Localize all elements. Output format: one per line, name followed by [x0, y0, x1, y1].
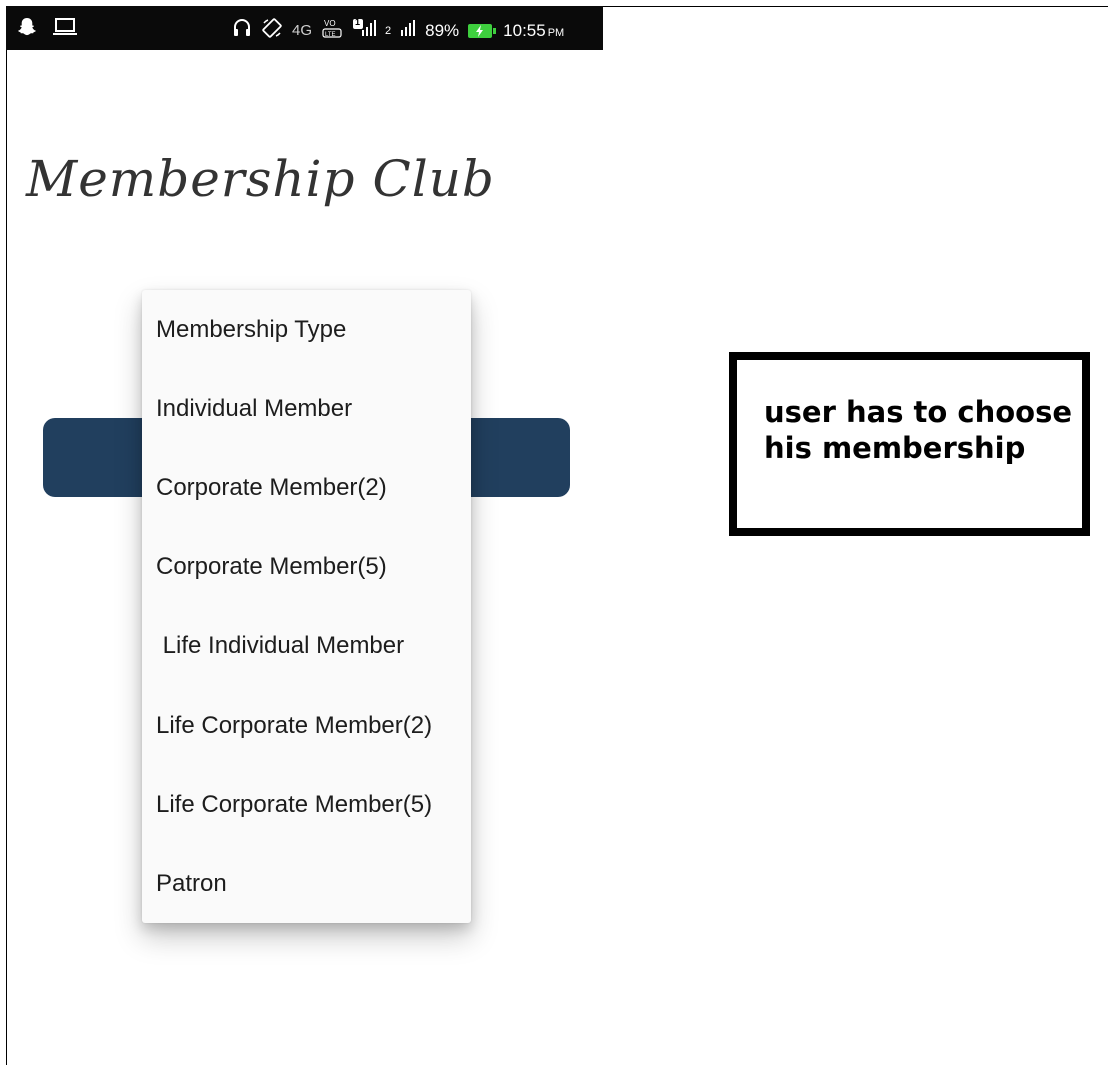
- option-individual-member[interactable]: Individual Member: [156, 389, 352, 429]
- laptop-icon: [52, 17, 78, 42]
- volte-icon: VO LTE: [321, 17, 343, 44]
- signal-icon-2: [400, 19, 416, 42]
- network-type: 4G: [292, 22, 313, 39]
- sim-badge: 1: [355, 17, 361, 27]
- option-life-individual-member[interactable]: Life Individual Member: [156, 626, 404, 666]
- status-bar: 4G VO LTE 1 2 89% 10:55 PM: [6, 6, 603, 50]
- option-life-corporate-member-5[interactable]: Life Corporate Member(5): [156, 785, 432, 825]
- svg-text:LTE: LTE: [325, 32, 336, 38]
- option-corporate-member-2[interactable]: Corporate Member(2): [156, 468, 387, 508]
- option-membership-type[interactable]: Membership Type: [156, 310, 346, 350]
- clock: 10:55 PM: [503, 21, 564, 41]
- rotation-icon: [261, 17, 283, 44]
- battery-icon: [468, 23, 497, 38]
- svg-text:VO: VO: [324, 19, 336, 28]
- option-life-corporate-member-2[interactable]: Life Corporate Member(2): [156, 706, 432, 746]
- snapchat-icon: [16, 16, 38, 43]
- membership-dropdown-menu: Membership Type Individual Member Corpor…: [142, 290, 471, 923]
- annotation-text: user has to choose his membership: [764, 395, 1073, 465]
- option-corporate-member-5[interactable]: Corporate Member(5): [156, 547, 387, 587]
- sim2-label: 2: [385, 24, 392, 37]
- headphones-icon: [232, 18, 252, 43]
- battery-percent: 89%: [425, 20, 460, 40]
- clock-ampm: PM: [547, 26, 565, 39]
- option-patron[interactable]: Patron: [156, 864, 227, 904]
- clock-time: 10:55: [503, 20, 546, 40]
- app-title: Membership Club: [26, 150, 495, 208]
- annotation-box: user has to choose his membership: [729, 352, 1090, 536]
- signal-icon: 1: [352, 17, 378, 43]
